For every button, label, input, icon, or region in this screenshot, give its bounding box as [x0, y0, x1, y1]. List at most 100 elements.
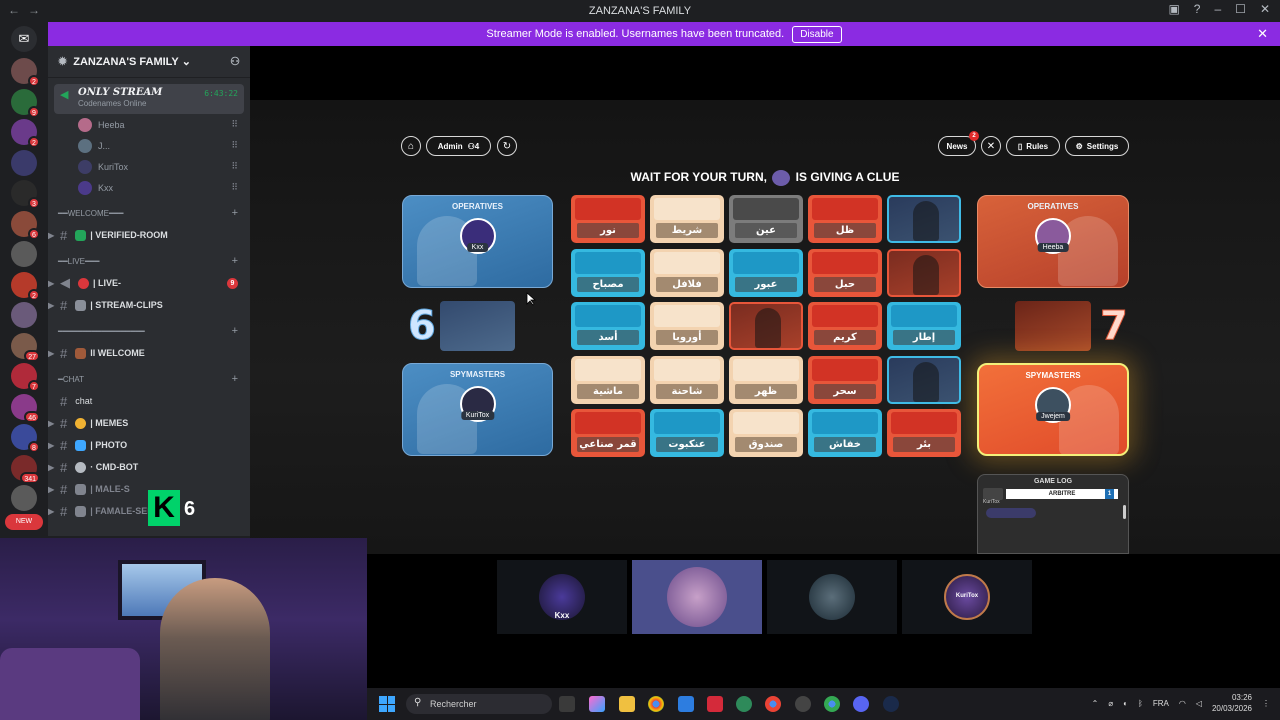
server-icon[interactable]: 341 — [11, 454, 40, 484]
server-icon[interactable] — [11, 241, 37, 267]
new-server-badge[interactable]: NEW — [5, 514, 43, 530]
word-card[interactable]: شاحنة — [650, 355, 724, 404]
word-card[interactable]: ظل — [808, 195, 882, 243]
category-live[interactable]: ━━LIVE━━━ + — [48, 250, 250, 272]
admin-players-button[interactable]: Admin ⚇ 4 — [426, 136, 491, 156]
obs-icon[interactable] — [795, 696, 811, 712]
participant-tile[interactable]: KuriTox — [902, 560, 1032, 634]
word-card[interactable]: أوروبا — [650, 302, 724, 350]
close-window-button[interactable]: ✕ — [1260, 2, 1270, 16]
rules-button[interactable]: ▯ Rules — [1006, 136, 1060, 156]
channel-live[interactable]: ▶ ◀ | LIVE- 9 — [48, 272, 250, 294]
channel-cmd-bot[interactable]: ▶ # · CMD-BOT — [48, 456, 250, 478]
channel-memes[interactable]: ▶ # | MEMES — [48, 412, 250, 434]
word-card[interactable]: إطار — [887, 302, 961, 350]
voice-member[interactable]: J... ⠿ — [48, 135, 250, 156]
word-card[interactable]: ماشية — [571, 355, 645, 404]
category-welcome[interactable]: ━━WELCOME━━━ + — [48, 202, 250, 224]
participant-tile[interactable] — [632, 560, 762, 634]
word-card[interactable] — [887, 355, 961, 404]
chrome-profile-icon[interactable] — [765, 696, 781, 712]
server-icon[interactable]: 6 — [11, 210, 40, 240]
windows-start-icon[interactable] — [379, 696, 395, 712]
word-card[interactable]: عبور — [729, 248, 803, 297]
inbox-icon[interactable]: ▣ — [1168, 2, 1179, 16]
voice-member[interactable]: Kxx ⠿ — [48, 177, 250, 198]
voice-member[interactable]: KuriTox ⠿ — [48, 156, 250, 177]
word-card[interactable]: حبل — [808, 248, 882, 297]
discord-home-icon[interactable]: ✉ — [11, 26, 37, 52]
invite-people-icon[interactable]: ⚇ — [230, 55, 240, 68]
word-card[interactable] — [729, 302, 803, 350]
outlook-icon[interactable] — [678, 696, 694, 712]
reset-icon[interactable]: ↻ — [497, 136, 517, 156]
participant-tile[interactable]: Kxx — [497, 560, 627, 634]
server-icon[interactable] — [11, 485, 37, 511]
word-card[interactable]: خفاش — [808, 409, 882, 457]
word-card[interactable]: مصباح — [571, 248, 645, 297]
server-icon[interactable]: 9 — [11, 88, 40, 118]
channel-welcome[interactable]: ▶ # ll WELCOME — [48, 342, 250, 364]
taskbar-search[interactable]: ⚲ Rechercher — [406, 694, 552, 714]
help-icon[interactable]: ? — [1194, 2, 1201, 16]
server-icon[interactable]: 2 — [11, 271, 40, 301]
chrome-icon[interactable] — [648, 696, 664, 712]
word-card[interactable]: صندوق — [729, 409, 803, 457]
category-separator[interactable]: ━━━━━━━━━━━━━━━━━━ + — [48, 320, 250, 342]
server-icon[interactable] — [11, 149, 37, 176]
word-card[interactable]: نور — [571, 195, 645, 243]
word-card[interactable] — [887, 195, 961, 243]
network-off-icon[interactable]: ⌀ — [1108, 699, 1113, 708]
server-icon[interactable]: 8 — [11, 424, 40, 453]
server-icon[interactable]: 27 — [11, 332, 40, 362]
word-card[interactable]: عنكبوت — [650, 409, 724, 457]
word-card[interactable]: قمر صناعي — [571, 409, 645, 457]
mute-icon[interactable]: ✕ — [981, 136, 1001, 156]
scrollbar[interactable] — [1123, 505, 1126, 519]
word-card[interactable]: بئر — [887, 409, 961, 457]
add-channel-icon[interactable]: + — [232, 255, 238, 267]
guild-header[interactable]: ✹ ZANZANA'S FAMILY ⌄ ⚇ — [48, 46, 250, 78]
volume-icon[interactable]: ◁ — [1196, 699, 1202, 708]
mic-icon[interactable]: ◐ — [1123, 699, 1128, 708]
chrome-alt-icon[interactable] — [824, 696, 840, 712]
server-icon[interactable]: 7 — [11, 363, 40, 392]
discord-taskbar-icon[interactable] — [853, 696, 869, 712]
word-card[interactable] — [887, 248, 961, 297]
notification-icon[interactable]: ⋮ — [1262, 699, 1270, 708]
server-icon[interactable]: 2 — [11, 119, 40, 148]
bluetooth-icon[interactable]: ᛒ — [1138, 699, 1143, 708]
participant-tile[interactable] — [767, 560, 897, 634]
steam-icon[interactable] — [883, 696, 899, 712]
server-icon[interactable] — [11, 302, 37, 328]
category-chat[interactable]: ━CHAT + — [48, 368, 250, 390]
wifi-icon[interactable]: ◠ — [1179, 699, 1186, 708]
word-card[interactable]: ظهر — [729, 355, 803, 404]
channel-verified-room[interactable]: ▶ # | VERIFIED-ROOM — [48, 224, 250, 246]
channel-chat[interactable]: # chat — [48, 390, 250, 412]
word-card[interactable]: أسد — [571, 302, 645, 350]
home-icon[interactable]: ⌂ — [401, 136, 421, 156]
word-card[interactable]: فلافل — [650, 248, 724, 297]
server-icon[interactable]: 2 — [11, 58, 40, 87]
add-channel-icon[interactable]: + — [232, 373, 238, 385]
add-channel-icon[interactable]: + — [232, 207, 238, 219]
office-icon[interactable] — [707, 696, 723, 712]
clock[interactable]: 03:26 20/03/2026 — [1212, 692, 1252, 714]
word-card[interactable]: عين — [729, 195, 803, 243]
word-card[interactable]: شريط — [650, 195, 724, 243]
chevron-up-icon[interactable]: ⌃ — [1092, 699, 1099, 708]
file-explorer-icon[interactable] — [619, 696, 635, 712]
channel-photo[interactable]: ▶ # | PHOTO — [48, 434, 250, 456]
voice-member[interactable]: Heeba ⠿ — [48, 114, 250, 135]
news-button[interactable]: News 2 — [938, 131, 979, 156]
copilot-icon[interactable] — [589, 696, 605, 712]
minimize-button[interactable]: – — [1214, 2, 1221, 16]
word-card[interactable]: كريم — [808, 302, 882, 350]
close-banner-icon[interactable]: ✕ — [1257, 26, 1268, 42]
word-card[interactable]: سحر — [808, 355, 882, 404]
language-indicator[interactable]: FRA — [1153, 699, 1169, 708]
server-icon[interactable]: 46 — [11, 393, 40, 423]
voice-channel-only-stream[interactable]: ◀ ONLY STREAM Codenames Online 6:43:22 — [54, 84, 244, 114]
task-view-icon[interactable] — [559, 696, 575, 712]
